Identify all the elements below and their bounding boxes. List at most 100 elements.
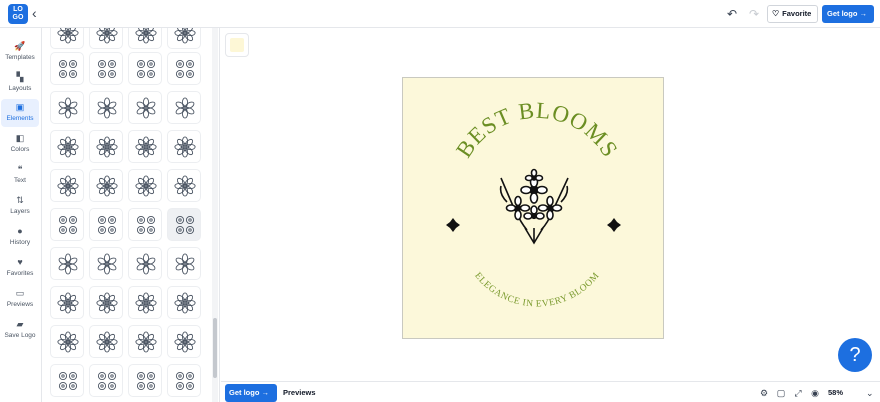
element-tile[interactable] <box>128 247 162 280</box>
flower-icon <box>136 215 156 235</box>
element-tile[interactable] <box>167 130 201 163</box>
background-color-swatch[interactable] <box>225 33 249 57</box>
favorite-label: Favorite <box>782 9 812 18</box>
element-tile[interactable] <box>128 286 162 319</box>
element-tile[interactable] <box>128 208 162 241</box>
element-tile[interactable] <box>128 52 162 85</box>
monitor-icon: ▭ <box>15 288 25 298</box>
flower-icon <box>135 331 157 353</box>
flower-icon <box>96 331 118 353</box>
nav-favorites[interactable]: ♥ Favorites <box>1 254 39 282</box>
element-tile[interactable] <box>50 28 84 49</box>
help-button[interactable]: ? <box>838 338 872 372</box>
element-tile[interactable] <box>167 247 201 280</box>
flower-icon <box>135 136 157 158</box>
element-tile[interactable] <box>89 247 123 280</box>
flower-icon <box>96 28 118 44</box>
element-tile[interactable] <box>50 364 84 397</box>
element-tile[interactable] <box>167 286 201 319</box>
favorite-button[interactable]: ♡ Favorite <box>767 5 818 23</box>
element-tile[interactable] <box>50 208 84 241</box>
back-chevron-icon[interactable]: ‹ <box>32 4 46 22</box>
element-tile[interactable] <box>50 52 84 85</box>
flower-icon <box>174 175 196 197</box>
element-tile[interactable] <box>89 325 123 358</box>
element-tile[interactable] <box>89 286 123 319</box>
settings-icon[interactable]: ⚙ <box>758 387 770 399</box>
element-tile[interactable] <box>50 130 84 163</box>
get-logo-button[interactable]: Get logo → <box>822 5 874 23</box>
element-tile[interactable] <box>89 91 123 124</box>
nav-colors[interactable]: ◧ Colors <box>1 130 39 158</box>
element-tile[interactable] <box>167 91 201 124</box>
heart-icon: ♥ <box>17 257 23 267</box>
flower-icon <box>58 253 78 275</box>
flower-icon <box>136 59 156 79</box>
element-tile[interactable] <box>89 208 123 241</box>
flower-icon <box>174 136 196 158</box>
element-tile[interactable] <box>50 286 84 319</box>
nav-elements[interactable]: ▣ Elements <box>1 99 39 127</box>
element-tile[interactable] <box>50 247 84 280</box>
element-tile[interactable] <box>167 325 201 358</box>
panel-scrollbar-thumb[interactable] <box>213 318 217 378</box>
app-logo[interactable]: LO GO <box>8 4 28 24</box>
flower-icon <box>96 136 118 158</box>
element-tile[interactable] <box>128 130 162 163</box>
element-tile[interactable] <box>128 91 162 124</box>
swatch-fill <box>230 38 244 52</box>
element-tile[interactable] <box>167 28 201 49</box>
element-tile[interactable] <box>128 364 162 397</box>
element-tile[interactable] <box>89 130 123 163</box>
element-tile[interactable] <box>128 325 162 358</box>
flower-icon <box>135 292 157 314</box>
element-tile[interactable] <box>50 325 84 358</box>
element-tile[interactable] <box>50 91 84 124</box>
logo-title[interactable]: BEST BLOOMS <box>451 98 623 162</box>
flower-icon <box>135 175 157 197</box>
top-bar: LO GO ‹ ↶ ↷ ♡ Favorite Get logo → <box>0 0 880 28</box>
flower-bouquet-icon <box>499 168 569 245</box>
nav-save-logo[interactable]: ▰ Save Logo <box>1 316 39 344</box>
flower-icon <box>58 371 78 391</box>
chevron-down-icon[interactable]: ⌄ <box>866 387 874 399</box>
nav-templates[interactable]: 🚀 Templates <box>1 38 39 66</box>
logo-tagline[interactable]: ELEGANCE IN EVERY BLOOM <box>472 271 601 310</box>
nav-label: Layouts <box>8 85 32 92</box>
element-tile[interactable] <box>89 169 123 202</box>
element-tile[interactable] <box>167 208 201 241</box>
element-tile[interactable] <box>128 28 162 49</box>
fullscreen-icon[interactable]: ⤢ <box>792 387 804 399</box>
undo-icon[interactable]: ↶ <box>724 6 740 22</box>
crop-icon[interactable]: ▢ <box>775 387 787 399</box>
flower-icon <box>97 97 117 119</box>
element-tile[interactable] <box>167 364 201 397</box>
nav-label: Save Logo <box>4 332 36 339</box>
nav-text[interactable]: ❝ Text <box>1 161 39 189</box>
flower-icon <box>96 175 118 197</box>
previews-button[interactable]: Previews <box>281 384 321 402</box>
logo-artboard[interactable]: BEST BLOOMS ELEGANCE IN EVERY BLOOM <box>402 77 664 339</box>
element-tile[interactable] <box>167 52 201 85</box>
zoom-level[interactable]: 58% <box>828 387 843 399</box>
get-logo-bottom-button[interactable]: Get logo → <box>225 384 277 402</box>
element-tile[interactable] <box>89 364 123 397</box>
nav-layers[interactable]: ⇅ Layers <box>1 192 39 220</box>
nav-label: Colors <box>10 146 30 153</box>
element-tile[interactable] <box>128 169 162 202</box>
layers-icon: ⇅ <box>16 195 24 205</box>
flower-icon <box>97 215 117 235</box>
nav-label: Elements <box>6 115 34 122</box>
nav-previews[interactable]: ▭ Previews <box>1 285 39 313</box>
flower-icon <box>135 28 157 44</box>
element-tile[interactable] <box>89 52 123 85</box>
nav-label: Text <box>14 177 26 184</box>
eye-icon[interactable]: ◉ <box>809 387 821 399</box>
redo-icon[interactable]: ↷ <box>746 6 762 22</box>
nav-layouts[interactable]: ▚ Layouts <box>1 69 39 97</box>
logo-svg: BEST BLOOMS ELEGANCE IN EVERY BLOOM <box>446 98 623 310</box>
element-tile[interactable] <box>50 169 84 202</box>
element-tile[interactable] <box>89 28 123 49</box>
nav-history[interactable]: ● History <box>1 223 39 251</box>
element-tile[interactable] <box>167 169 201 202</box>
